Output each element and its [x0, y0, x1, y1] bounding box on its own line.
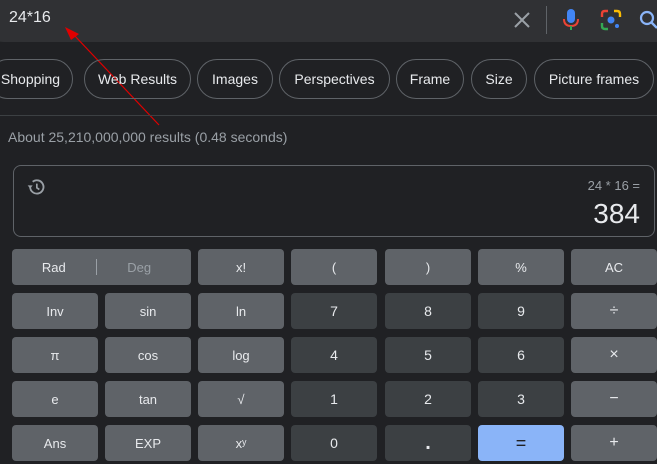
- chip-divider: [0, 115, 657, 116]
- history-icon[interactable]: [26, 177, 46, 197]
- results-stats: About 25,210,000,000 results (0.48 secon…: [8, 129, 288, 145]
- key-ans[interactable]: Ans: [12, 425, 98, 461]
- key-minus[interactable]: −: [571, 381, 657, 417]
- rad-deg-toggle[interactable]: Rad Deg: [12, 249, 191, 285]
- key-3[interactable]: 3: [478, 381, 564, 417]
- key-1[interactable]: 1: [291, 381, 377, 417]
- search-icon[interactable]: [638, 9, 657, 31]
- chip-web-results[interactable]: Web Results: [84, 59, 191, 99]
- chip-size[interactable]: Size: [471, 59, 527, 99]
- key-5[interactable]: 5: [385, 337, 471, 373]
- microphone-icon[interactable]: [561, 8, 581, 32]
- search-input[interactable]: 24*16: [9, 9, 51, 27]
- key-decimal[interactable]: .: [385, 425, 471, 461]
- key-power[interactable]: xʸ: [198, 425, 284, 461]
- key-sqrt[interactable]: √: [198, 381, 284, 417]
- key-exp[interactable]: EXP: [105, 425, 191, 461]
- key-8[interactable]: 8: [385, 293, 471, 329]
- key-all-clear[interactable]: AC: [571, 249, 657, 285]
- key-plus[interactable]: +: [571, 425, 657, 461]
- key-ln[interactable]: ln: [198, 293, 284, 329]
- calculator-expression: 24 * 16 =: [587, 178, 640, 193]
- key-2[interactable]: 2: [385, 381, 471, 417]
- chip-shopping[interactable]: Shopping: [0, 59, 73, 99]
- chip-picture-frames[interactable]: Picture frames: [534, 59, 654, 99]
- key-inv[interactable]: Inv: [12, 293, 98, 329]
- key-log[interactable]: log: [198, 337, 284, 373]
- chip-perspectives[interactable]: Perspectives: [279, 59, 390, 99]
- key-4[interactable]: 4: [291, 337, 377, 373]
- rad-label: Rad: [41, 259, 66, 275]
- key-open-paren[interactable]: (: [291, 249, 377, 285]
- key-0[interactable]: 0: [291, 425, 377, 461]
- key-e[interactable]: e: [12, 381, 98, 417]
- chip-images[interactable]: Images: [197, 59, 273, 99]
- search-bar-divider: [546, 6, 547, 34]
- key-factorial[interactable]: x!: [198, 249, 284, 285]
- key-close-paren[interactable]: ): [385, 249, 471, 285]
- calculator-display: 24 * 16 = 384: [13, 165, 655, 237]
- key-divide[interactable]: ÷: [571, 293, 657, 329]
- search-bar: [0, 0, 657, 42]
- key-sin[interactable]: sin: [105, 293, 191, 329]
- google-lens-icon[interactable]: [600, 9, 622, 31]
- key-equals[interactable]: =: [478, 425, 564, 461]
- key-percent[interactable]: %: [478, 249, 564, 285]
- key-pi[interactable]: π: [12, 337, 98, 373]
- key-multiply[interactable]: ×: [571, 337, 657, 373]
- key-tan[interactable]: tan: [105, 381, 191, 417]
- key-7[interactable]: 7: [291, 293, 377, 329]
- deg-label: Deg: [127, 259, 152, 275]
- key-6[interactable]: 6: [478, 337, 564, 373]
- key-9[interactable]: 9: [478, 293, 564, 329]
- key-cos[interactable]: cos: [105, 337, 191, 373]
- chip-frame[interactable]: Frame: [396, 59, 464, 99]
- clear-icon[interactable]: [511, 9, 533, 31]
- calculator-result: 384: [593, 198, 640, 229]
